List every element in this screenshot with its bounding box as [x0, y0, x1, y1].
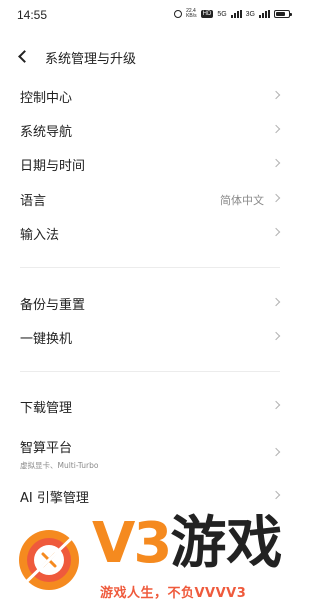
back-arrow-icon[interactable]: [14, 46, 34, 66]
watermark-brand-v3: V3: [92, 511, 172, 576]
settings-item-subtitle: 虚拟显卡、Multi-Turbo: [20, 461, 99, 470]
chevron-right-icon: [271, 193, 281, 203]
section-divider: [20, 371, 280, 372]
watermark-brand: V3游戏: [92, 516, 282, 572]
language-value: 简体中文: [220, 194, 264, 207]
hd-badge: HD: [200, 10, 214, 18]
chevron-right-icon: [271, 331, 281, 341]
watermark-brand-cn: 游戏: [170, 511, 283, 576]
chevron-right-icon: [271, 90, 281, 100]
settings-item-input-method[interactable]: 输入法: [0, 216, 300, 250]
settings-item-language[interactable]: 语言 简体中文: [0, 182, 300, 216]
chevron-right-icon: [271, 297, 281, 307]
battery-icon: [274, 10, 292, 18]
settings-item-system-navigation[interactable]: 系统导航: [0, 113, 300, 147]
status-time: 14:55: [17, 8, 48, 22]
settings-item-phone-clone[interactable]: 一键换机: [0, 320, 300, 354]
settings-item-label: 一键换机: [20, 332, 73, 347]
v3-logo-icon: [18, 530, 80, 590]
settings-item-label: AI 引擎管理: [20, 491, 89, 506]
chevron-right-icon: [271, 124, 281, 134]
settings-item-download-manager[interactable]: 下载管理: [0, 389, 300, 423]
watermark-slogan: 游戏人生，不负VVVV3: [100, 586, 247, 600]
settings-item-label: 日期与时间: [20, 159, 86, 174]
settings-item-label: 语言: [20, 194, 47, 209]
settings-item-label: 输入法: [20, 228, 60, 243]
status-bar: 14:55 22.4 KB/s HD 5G 3G: [0, 0, 300, 30]
alarm-icon: [174, 10, 183, 18]
signal-icon: [230, 10, 242, 18]
settings-item-control-center[interactable]: 控制中心: [0, 79, 300, 113]
status-icons: 22.4 KB/s HD 5G 3G: [174, 9, 292, 19]
network-type-3g: 3G: [245, 10, 255, 18]
chevron-right-icon: [271, 490, 281, 500]
network-speed-unit: KB/s: [186, 13, 197, 19]
signal-icon-2: [259, 10, 270, 18]
settings-item-label: 控制中心: [20, 91, 73, 106]
settings-item-compute-platform[interactable]: 智算平台 虚拟显卡、Multi-Turbo: [0, 435, 300, 470]
settings-item-date-time[interactable]: 日期与时间: [0, 147, 300, 181]
chevron-right-icon: [271, 158, 281, 168]
section-divider: [20, 267, 280, 268]
settings-item-label: 备份与重置: [20, 298, 86, 313]
chevron-right-icon: [271, 447, 281, 457]
battery-fill: [276, 12, 285, 16]
page-header: 系统管理与升级: [0, 40, 300, 72]
chevron-right-icon: [271, 400, 281, 410]
page-title: 系统管理与升级: [45, 52, 137, 67]
settings-item-backup-reset[interactable]: 备份与重置: [0, 286, 300, 320]
settings-item-label: 智算平台: [20, 441, 73, 456]
chevron-right-icon: [271, 227, 281, 237]
network-speed: 22.4 KB/s: [186, 9, 197, 19]
settings-item-label: 系统导航: [20, 125, 73, 140]
watermark: V3游戏 游戏人生，不负VVVV3: [0, 508, 300, 600]
network-type-5g: 5G: [217, 10, 227, 18]
settings-item-label: 下载管理: [20, 401, 73, 416]
